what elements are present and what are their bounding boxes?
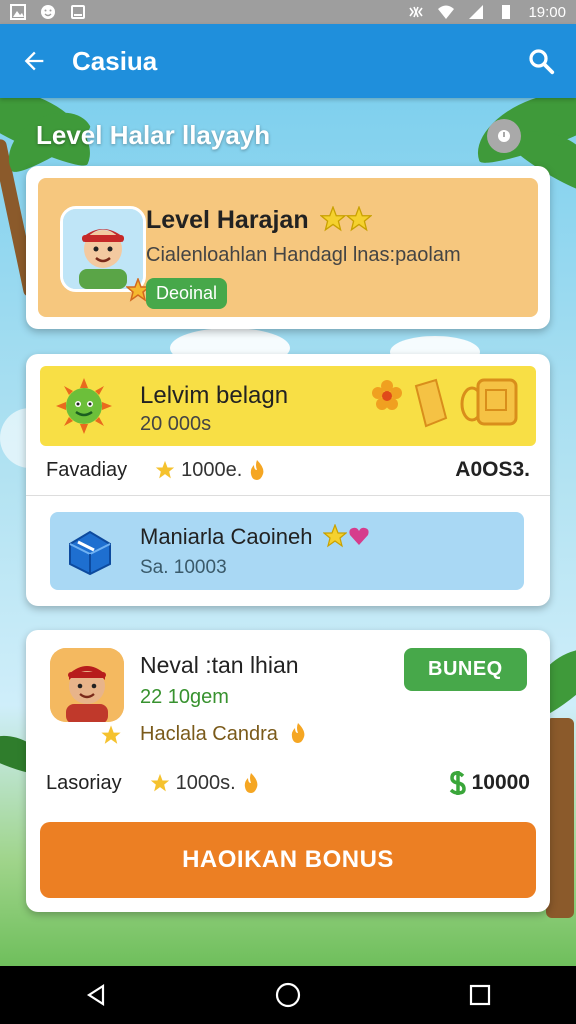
nav-recents-button[interactable] [450,975,510,1015]
section-title: Level Halar llayayh [36,120,271,150]
back-arrow-icon[interactable] [20,47,48,75]
bonus-subtitle: 22 10gem [140,686,229,708]
level-title: Level Harajan [146,205,373,235]
claim-bonus-button[interactable]: HAOIKAN BONUS [40,822,536,898]
nav-home-button[interactable] [258,975,318,1015]
bonus-action-button[interactable]: BUNEQ [404,648,527,691]
level-card[interactable]: Level Harajan Cialenloahlan Handagl lnas… [26,166,550,329]
bonus-row-label: Lasoriay [46,771,122,794]
app-bar: Casiua [0,24,576,98]
flame-icon [244,773,258,793]
offer-row-label: Favadiay [46,458,128,481]
yellow-offer-subtitle: 20 000s [140,413,212,435]
level-card-banner: Level Harajan Cialenloahlan Handagl lnas… [38,178,538,317]
battery-icon [502,5,511,19]
flower-icon [372,380,402,410]
info-icon [498,130,510,142]
wifi-icon [438,5,455,19]
back-triangle-icon [86,984,105,1006]
divider [26,495,550,496]
offer-points-value: 1000e. [181,458,243,481]
search-icon[interactable] [526,46,556,76]
heart-gem-icon [348,527,369,545]
blue-offer-banner[interactable]: Maniarla Caoineh Sa. 10003 [50,512,524,590]
bonus-row-amount: 10000 [448,770,530,796]
bonus-note: Haclala Candra [140,722,307,746]
boy-avatar-icon [63,209,143,289]
bonus-card: Neval :tan lhian 22 10gem Haclala Candra… [26,630,550,912]
home-circle-icon [275,982,301,1008]
bonus-row-points: 1000s. [150,772,260,795]
tablet-icon [71,5,85,19]
blue-box-icon [69,530,111,576]
vibrate-icon [409,6,424,18]
offer-summary-row: Favadiay 1000e. A0OS3. [46,458,530,482]
yellow-offer-title: Lelvim belagn [140,382,289,409]
star-icon [150,773,169,792]
app-title: Casiua [72,45,158,76]
blue-offer-subtitle: Sa. 10003 [140,557,227,578]
status-time: 19:00 [528,3,566,21]
star-icon [155,460,175,479]
star-badge-icon [98,722,124,748]
level-subtitle: Cialenloahlan Handagl lnas:paolam [146,244,461,266]
star-icon [318,205,347,232]
star-icon [321,523,348,548]
bonus-summary-row: Lasoriay 1000s. 10000 [46,770,530,796]
boy-avatar-icon [50,648,124,722]
dollar-icon [449,771,466,795]
recents-square-icon [469,984,491,1006]
flame-icon [292,723,305,743]
avatar [50,648,124,722]
gold-bar-icon [460,378,518,426]
image-icon [10,4,26,20]
ticket-icon [414,378,448,428]
offers-card: Lelvim belagn 20 000s Favadiay 1000e. A0… [26,354,550,606]
star-icon [344,205,373,232]
system-nav-bar [0,966,576,1024]
bonus-title: Neval :tan lhian [140,652,299,678]
offer-row-points: 1000e. [155,459,266,482]
nav-back-button[interactable] [66,975,126,1015]
status-bar: 19:00 [0,0,576,24]
flame-icon [251,460,264,480]
face-icon [41,5,55,19]
offer-row-amount: A0OS3. [455,458,530,481]
blue-offer-title: Maniarla Caoineh [140,523,371,550]
level-badge[interactable]: Deoinal [146,278,228,309]
bonus-amount-value: 10000 [471,771,530,794]
yellow-offer-banner[interactable]: Lelvim belagn 20 000s [40,366,536,446]
bonus-points-value: 1000s. [175,771,236,794]
sun-mascot-icon [56,378,112,434]
signal-icon [469,5,484,19]
info-dot-button[interactable] [487,119,521,153]
